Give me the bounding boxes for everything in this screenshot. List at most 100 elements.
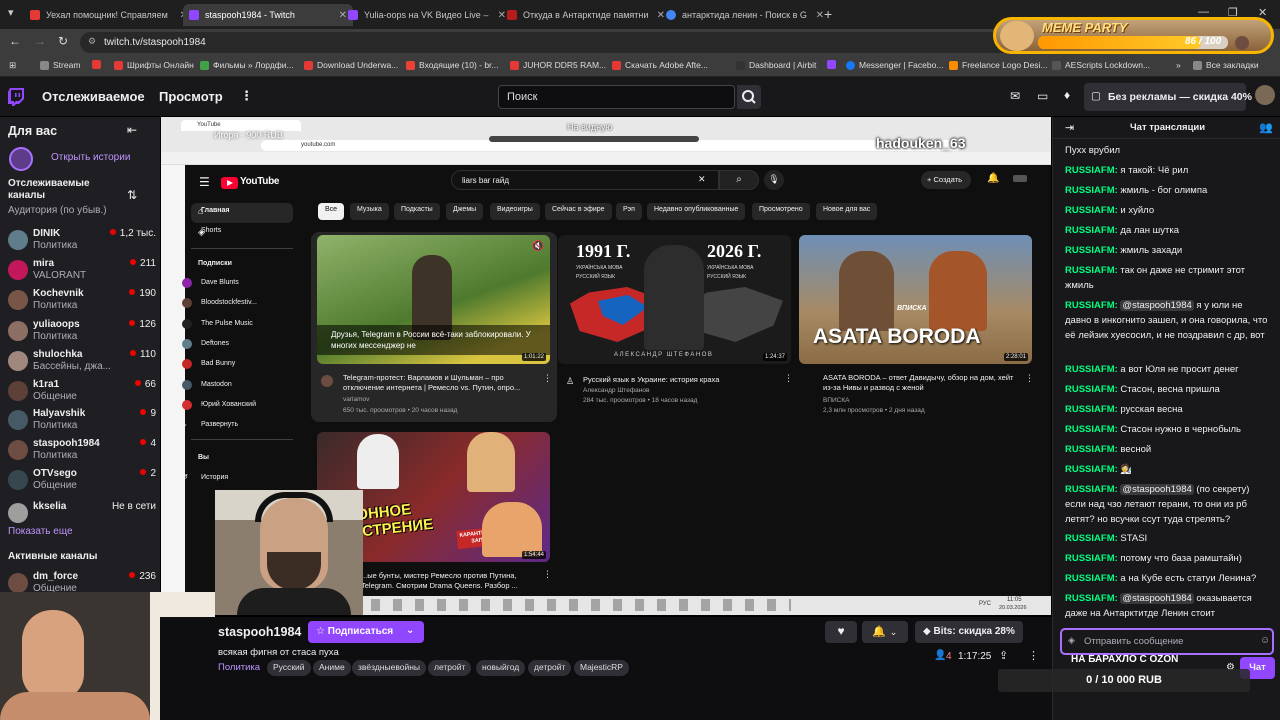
tab-label: Yulia-oops на VK Видео Live – <box>364 10 489 20</box>
more-bookmarks-icon[interactable]: » <box>1176 60 1181 70</box>
bookmark-adobe[interactable]: Скачать Adobe Afte... <box>612 60 708 70</box>
bookmark-aescripts[interactable]: AEScripts Lockdown... <box>1052 60 1150 70</box>
bookmark-fonts[interactable] <box>92 60 105 69</box>
chat-username[interactable]: RUSSIAFM: <box>1065 185 1118 196</box>
sidebar-channel-staspooh1984[interactable]: staspooh1984 Политика 4 <box>6 438 156 468</box>
bookmark-messenger[interactable]: Messenger | Facebo... <box>846 60 943 70</box>
chat-username[interactable]: RUSSIAFM: <box>1065 225 1118 236</box>
bookmark-gmail[interactable]: Входящие (10) - br... <box>406 60 499 70</box>
sidebar-channel-halyavshik[interactable]: Halyavshik Политика 9 <box>6 408 156 438</box>
sidebar-channel-dinik[interactable]: DINIK Политика 1,2 тыс. <box>6 228 156 258</box>
sidebar-channel-kochevnik[interactable]: Kochevnik Политика 190 <box>6 288 156 318</box>
chat-mention[interactable]: @staspooh1984 <box>1120 593 1194 604</box>
stream-tag[interactable]: звёздныевойны <box>352 660 427 676</box>
stories-avatar[interactable] <box>9 147 33 171</box>
forward-icon[interactable]: → <box>34 34 46 48</box>
reload-icon[interactable]: ↻ <box>58 34 68 48</box>
prime-crown-icon[interactable]: ♦ <box>1064 88 1070 102</box>
twitch-logo-icon[interactable] <box>8 88 24 106</box>
chat-username[interactable]: RUSSIAFM: <box>1065 553 1118 564</box>
chat-username[interactable]: RUSSIAFM: <box>1065 424 1118 435</box>
site-info-icon[interactable]: ⚙ <box>88 36 96 47</box>
bookmark-download[interactable]: Download Underwa... <box>304 60 398 70</box>
close-tab-icon[interactable]: ✕ <box>816 10 824 21</box>
chat-mention[interactable]: @staspooh1984 <box>1120 300 1194 311</box>
collapse-sidebar-icon[interactable]: ⇤ <box>127 123 137 137</box>
chat-username[interactable]: RUSSIAFM: <box>1065 205 1118 216</box>
chat-mention[interactable]: @staspooh1984 <box>1120 484 1194 495</box>
notifications-button[interactable]: 🔔 ⌄ <box>862 621 908 643</box>
chat-username[interactable]: RUSSIAFM: <box>1065 573 1118 584</box>
stream-tag[interactable]: детройт <box>528 660 572 676</box>
follow-heart-button[interactable]: ♥ <box>825 621 857 643</box>
chat-username[interactable]: RUSSIAFM: <box>1065 464 1118 475</box>
sidebar-channel-shulochka[interactable]: shulochka Бассейны, джа... 110 <box>6 349 156 379</box>
browser-tab-3[interactable]: Yulia-oops на VK Видео Live – ✕ <box>342 4 512 26</box>
apps-icon[interactable]: ⊞ <box>9 60 16 71</box>
stream-channel-name[interactable]: staspooh1984 <box>218 625 301 639</box>
chat-badge-icon[interactable]: ◈ <box>1068 635 1075 646</box>
tab-search-icon[interactable]: ▾ <box>8 6 14 19</box>
stream-tag[interactable]: новыйгод <box>476 660 526 676</box>
sidebar-channel-mira[interactable]: mira VALORANT 211 <box>6 258 156 288</box>
subscribe-button[interactable]: ☆ Подписаться ⌄ <box>308 621 424 643</box>
thumb-lang-b: РУССКИЙ ЯЗЫК <box>707 274 747 280</box>
sort-icon[interactable]: ⇅ <box>127 188 137 202</box>
stream-category[interactable]: Политика <box>218 662 260 673</box>
back-icon[interactable]: ← <box>9 34 21 48</box>
chat-username[interactable]: RUSSIAFM: <box>1065 593 1118 604</box>
collapse-chat-icon[interactable]: ⇥ <box>1065 121 1074 134</box>
chat-username[interactable]: RUSSIAFM: <box>1065 300 1118 311</box>
user-avatar[interactable] <box>1255 85 1275 105</box>
bookmark-airbit-icon[interactable] <box>827 60 840 69</box>
yt-search-value: liars bar гайд <box>462 176 510 185</box>
bookmark-films[interactable]: Фильмы » Лордфи... <box>200 60 294 70</box>
emote-icon[interactable]: ☺ <box>1260 635 1270 646</box>
site-favicon-icon <box>507 10 517 20</box>
whispers-icon[interactable]: ▭ <box>1037 89 1048 103</box>
browser-tab-4[interactable]: Откуда в Антарктиде памятни ✕ <box>501 4 671 26</box>
sidebar-channel-yuliaoops[interactable]: yuliaoops Политика 126 <box>6 319 156 349</box>
bookmark-stream[interactable]: Stream <box>40 60 80 70</box>
show-more-link[interactable]: Показать еще <box>8 526 73 537</box>
chat-input[interactable]: ◈ Отправить сообщение ☺ <box>1060 628 1274 655</box>
open-stories-link[interactable]: Открыть истории <box>51 152 130 163</box>
chat-username[interactable]: RUSSIAFM: <box>1065 165 1118 176</box>
inbox-icon[interactable]: ✉ <box>1010 89 1020 103</box>
sidebar-channel-k1ra1[interactable]: k1ra1 Общение 66 <box>6 379 156 409</box>
bookmark-airbit[interactable]: Dashboard | Airbit <box>736 60 816 70</box>
chat-message: RUSSIAFM: Стасон нужно в чернобыль <box>1065 422 1271 437</box>
nav-browse[interactable]: Просмотр <box>159 89 223 104</box>
nav-following[interactable]: Отслеживаемое <box>42 89 145 104</box>
more-menu-icon[interactable]: ⋮ <box>240 88 253 104</box>
sidebar-channel-otvsego[interactable]: OTVsego Общение 2 <box>6 468 156 498</box>
browser-tab-2[interactable]: staspooh1984 - Twitch ✕ <box>183 4 353 26</box>
chat-text: а вот Юля не просит денег <box>1120 364 1239 375</box>
stream-tag[interactable]: MajesticRP <box>574 660 629 676</box>
search-input[interactable]: Поиск <box>498 85 735 109</box>
more-options-icon[interactable]: ⋮ <box>1028 649 1039 662</box>
stream-tag[interactable]: Русский <box>267 660 311 676</box>
ad-free-promo-button[interactable]: ▢ Без рекламы — скидка 40% <box>1084 83 1252 111</box>
chat-username[interactable]: RUSSIAFM: <box>1065 265 1118 276</box>
stream-tag[interactable]: Аниме <box>313 660 351 676</box>
search-button[interactable] <box>737 85 761 109</box>
bits-promo-button[interactable]: ◆ Bits: скидка 28% <box>915 621 1023 643</box>
chat-username[interactable]: RUSSIAFM: <box>1065 533 1118 544</box>
bookmark-fonts-online[interactable]: Шрифты Онлайн <box>114 60 194 70</box>
chat-username[interactable]: RUSSIAFM: <box>1065 364 1118 375</box>
chat-username[interactable]: RUSSIAFM: <box>1065 484 1118 495</box>
chat-username[interactable]: RUSSIAFM: <box>1065 384 1118 395</box>
bookmark-freelance[interactable]: Freelance Logo Desi... <box>949 60 1048 70</box>
browser-tab-5[interactable]: антарктида ленин - Поиск в G ✕ <box>660 4 830 26</box>
chat-users-icon[interactable]: 👥 <box>1259 121 1273 134</box>
chat-username[interactable]: RUSSIAFM: <box>1065 404 1118 415</box>
stream-tag[interactable]: летройт <box>428 660 472 676</box>
chat-username[interactable]: RUSSIAFM: <box>1065 444 1118 455</box>
bookmark-juhor[interactable]: JUHOR DDR5 RAM... <box>510 60 606 70</box>
share-icon[interactable]: ⇪ <box>999 649 1008 662</box>
new-tab-icon[interactable]: + <box>824 6 832 22</box>
chat-username[interactable]: RUSSIAFM: <box>1065 245 1118 256</box>
bookmark-all[interactable]: Все закладки <box>1193 60 1259 70</box>
browser-tab-1[interactable]: Уехал помощник! Справляем✕ <box>24 4 194 26</box>
